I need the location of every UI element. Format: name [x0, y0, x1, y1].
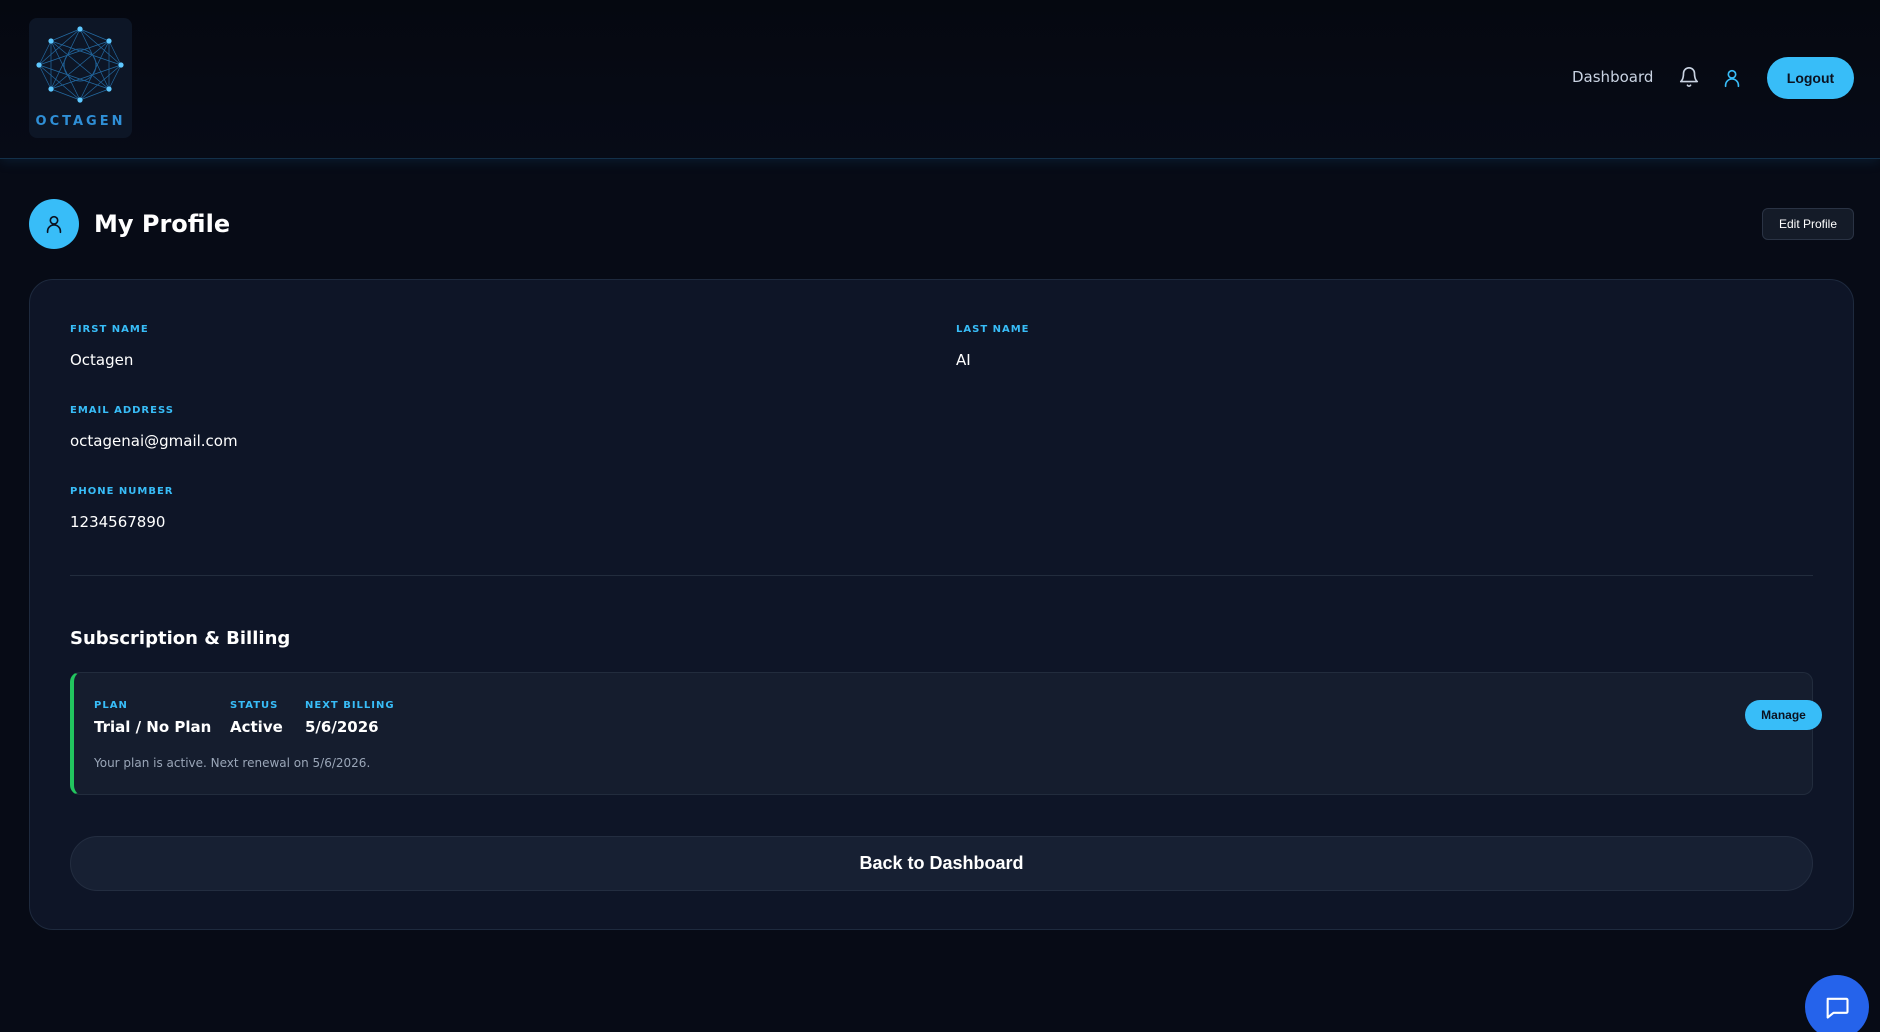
last-name-label: LAST NAME — [956, 324, 1030, 335]
brand-name: OCTAGEN — [35, 114, 126, 129]
first-name-value: Octagen — [70, 351, 134, 369]
status-label: STATUS — [230, 700, 279, 711]
chat-bubble-icon — [1826, 997, 1849, 1019]
subscription-title: Subscription & Billing — [70, 628, 291, 649]
section-divider — [70, 575, 1813, 576]
logout-button[interactable]: Logout — [1767, 57, 1854, 99]
next-billing-label: NEXT BILLING — [305, 700, 395, 711]
manage-subscription-button[interactable]: Manage — [1745, 700, 1822, 730]
profile-card: FIRST NAME Octagen LAST NAME AI EMAIL AD… — [29, 279, 1854, 930]
next-billing-value: 5/6/2026 — [305, 718, 379, 736]
email-value: octagenai@gmail.com — [70, 432, 238, 450]
first-name-label: FIRST NAME — [70, 324, 149, 335]
back-to-dashboard-button[interactable]: Back to Dashboard — [70, 836, 1813, 891]
last-name-value: AI — [956, 351, 971, 369]
nav-dashboard-link[interactable]: Dashboard — [1572, 68, 1653, 86]
octagen-logo[interactable]: OCTAGEN — [29, 18, 132, 138]
profile-avatar — [29, 199, 79, 249]
subscription-card: PLAN Trial / No Plan STATUS Active NEXT … — [70, 672, 1822, 795]
phone-value: 1234567890 — [70, 513, 166, 531]
status-value: Active — [230, 718, 283, 736]
chat-button[interactable] — [1805, 975, 1869, 1032]
network-logo-icon — [36, 26, 124, 103]
edit-profile-button[interactable]: Edit Profile — [1762, 208, 1854, 240]
plan-value: Trial / No Plan — [94, 718, 212, 736]
top-header: OCTAGEN Dashboard Logout — [0, 0, 1880, 159]
bell-icon[interactable] — [1678, 66, 1700, 88]
page-title: My Profile — [94, 210, 231, 238]
user-icon — [46, 215, 62, 234]
user-icon[interactable] — [1721, 67, 1743, 89]
email-label: EMAIL ADDRESS — [70, 405, 174, 416]
subscription-note: Your plan is active. Next renewal on 5/6… — [94, 756, 371, 770]
phone-label: PHONE NUMBER — [70, 486, 174, 497]
plan-label: PLAN — [94, 700, 128, 711]
